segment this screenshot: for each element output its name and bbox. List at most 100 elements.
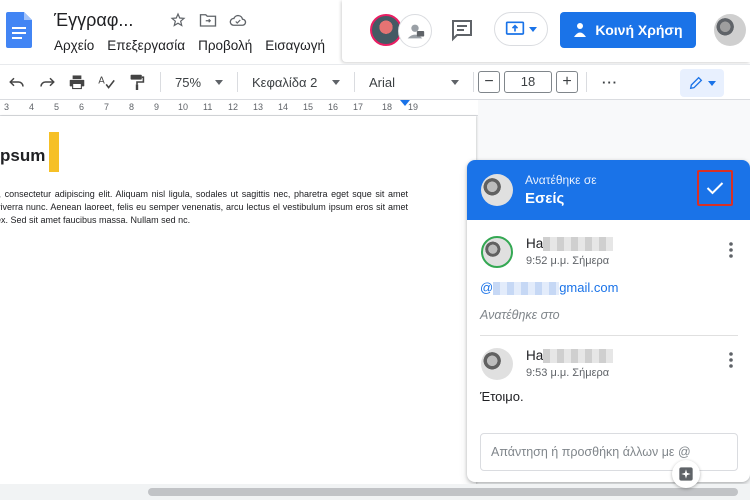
- ruler-tick: 5: [54, 102, 60, 112]
- redo-icon[interactable]: [36, 71, 58, 93]
- redacted-name: [543, 349, 614, 364]
- ruler-tick: 14: [278, 102, 289, 112]
- font-size-stepper: − 18 +: [478, 71, 578, 93]
- undo-icon[interactable]: [6, 71, 28, 93]
- paragraph-style-select[interactable]: Κεφαλίδα 2: [246, 75, 346, 90]
- toolbar-divider: [160, 72, 161, 92]
- toolbar-divider: [473, 72, 474, 92]
- ruler-tick: 3: [4, 102, 10, 112]
- present-icon: [505, 21, 525, 35]
- zoom-value: 75%: [175, 74, 202, 90]
- menu-insert[interactable]: Εισαγωγή: [265, 38, 325, 53]
- pencil-icon: [689, 76, 703, 90]
- move-folder-icon[interactable]: [198, 10, 218, 30]
- header: Έγγραφ... Αρχείο Επεξεργασία Προβολή Εισ…: [0, 0, 750, 64]
- more-options-icon[interactable]: ···: [599, 71, 621, 93]
- ruler-tick: 18: [382, 102, 393, 112]
- font-size-input[interactable]: 18: [504, 71, 552, 93]
- assignee-name: Εσείς: [525, 190, 565, 207]
- style-value: Κεφαλίδα 2: [252, 74, 318, 90]
- reply-input[interactable]: Απάντηση ή προσθήκη άλλων με @: [480, 433, 738, 471]
- comment-history-icon[interactable]: [450, 18, 474, 42]
- comment-highlight[interactable]: [49, 132, 59, 172]
- star-icon[interactable]: [168, 10, 188, 30]
- ruler-tick: 17: [353, 102, 364, 112]
- toolbar-divider: [237, 72, 238, 92]
- present-button[interactable]: [494, 12, 548, 46]
- chevron-down-icon: [708, 80, 716, 86]
- ruler-tick: 16: [328, 102, 339, 112]
- ruler-tick: 10: [178, 102, 189, 112]
- assignee-avatar: [481, 174, 513, 206]
- redacted-email: [493, 282, 560, 296]
- formatting-toolbar: A 75% Κεφαλίδα 2 Arial − 18 + ···: [0, 64, 750, 100]
- share-collaborator-icon[interactable]: [398, 14, 432, 48]
- ruler-tick: 8: [129, 102, 135, 112]
- checkmark-icon: [706, 182, 724, 195]
- ruler-tick: 12: [228, 102, 239, 112]
- right-indent-marker[interactable]: [400, 100, 410, 106]
- commenter-name: Ha: [526, 236, 614, 252]
- paint-format-icon[interactable]: [126, 71, 148, 93]
- mark-done-button[interactable]: [697, 170, 733, 206]
- sparkle-icon: [679, 467, 693, 481]
- decrease-font-size-button[interactable]: −: [478, 71, 500, 93]
- docs-logo-icon[interactable]: [6, 12, 32, 48]
- comment-time: 9:53 μ.μ. Σήμερα: [526, 367, 610, 379]
- editing-mode-button[interactable]: [680, 69, 724, 97]
- account-avatar[interactable]: [714, 14, 746, 46]
- ruler-tick: 7: [104, 102, 110, 112]
- title-actions: [168, 10, 248, 30]
- chevron-down-icon: [332, 79, 340, 85]
- chevron-down-icon: [451, 79, 459, 85]
- share-label: Κοινή Χρήση: [595, 22, 683, 38]
- zoom-select[interactable]: 75%: [169, 75, 229, 90]
- document-heading[interactable]: psum: [0, 146, 45, 166]
- document-title[interactable]: Έγγραφ...: [54, 10, 133, 31]
- spellcheck-icon[interactable]: A: [96, 71, 118, 93]
- menu-bar: Αρχείο Επεξεργασία Προβολή Εισαγωγή: [54, 38, 325, 53]
- menu-file[interactable]: Αρχείο: [54, 38, 94, 53]
- assignment-header: Ανατέθηκε σε Εσείς: [467, 160, 750, 220]
- document-body-text[interactable]: t, consectetur adipiscing elit. Aliquam …: [0, 188, 408, 227]
- ruler-tick: 11: [203, 102, 213, 112]
- font-value: Arial: [369, 74, 396, 90]
- increase-font-size-button[interactable]: +: [556, 71, 578, 93]
- horizontal-ruler[interactable]: 3 4 5 6 7 8 9 10 11 12 13 14 15 16 17 18…: [0, 100, 478, 116]
- comment-thread[interactable]: Ανατέθηκε σε Εσείς Ha 9:52 μ.μ. Σήμερα @…: [467, 160, 750, 482]
- scrollbar-thumb[interactable]: [148, 488, 738, 496]
- commenter-avatar: [481, 236, 513, 268]
- ruler-tick: 4: [29, 102, 35, 112]
- svg-text:A: A: [98, 76, 105, 87]
- ruler-tick: 13: [253, 102, 264, 112]
- app-window: Έγγραφ... Αρχείο Επεξεργασία Προβολή Εισ…: [0, 0, 750, 500]
- explore-button[interactable]: [672, 460, 700, 488]
- commenter-name: Ha: [526, 348, 614, 364]
- menu-view[interactable]: Προβολή: [198, 38, 252, 53]
- document-page[interactable]: psum t, consectetur adipiscing elit. Ali…: [0, 116, 476, 500]
- ruler-tick: 6: [79, 102, 85, 112]
- commenter-avatar: [481, 348, 513, 380]
- comment-divider: [480, 335, 738, 336]
- assigned-label: Ανατέθηκε σε: [525, 173, 597, 187]
- cloud-status-icon[interactable]: [228, 10, 248, 30]
- print-icon[interactable]: [66, 71, 88, 93]
- share-button[interactable]: Κοινή Χρήση: [560, 12, 696, 48]
- toolbar-divider: [586, 72, 587, 92]
- horizontal-scrollbar[interactable]: [0, 484, 750, 500]
- font-select[interactable]: Arial: [363, 75, 465, 90]
- more-vert-icon[interactable]: [729, 352, 733, 368]
- chevron-down-icon: [529, 26, 537, 32]
- more-vert-icon[interactable]: [729, 242, 733, 258]
- ruler-tick: 15: [303, 102, 314, 112]
- toolbar-divider: [354, 72, 355, 92]
- header-actions: Κοινή Χρήση: [342, 0, 750, 62]
- mention-link[interactable]: @ gmail.com: [480, 280, 618, 296]
- chevron-down-icon: [215, 79, 223, 85]
- ruler-tick: 9: [154, 102, 160, 112]
- menu-edit[interactable]: Επεξεργασία: [107, 38, 185, 53]
- redacted-name: [543, 237, 614, 252]
- assignment-note: Ανατέθηκε στο: [480, 308, 560, 322]
- comment-time: 9:52 μ.μ. Σήμερα: [526, 255, 610, 267]
- comment-text: Έτοιμο.: [480, 389, 524, 404]
